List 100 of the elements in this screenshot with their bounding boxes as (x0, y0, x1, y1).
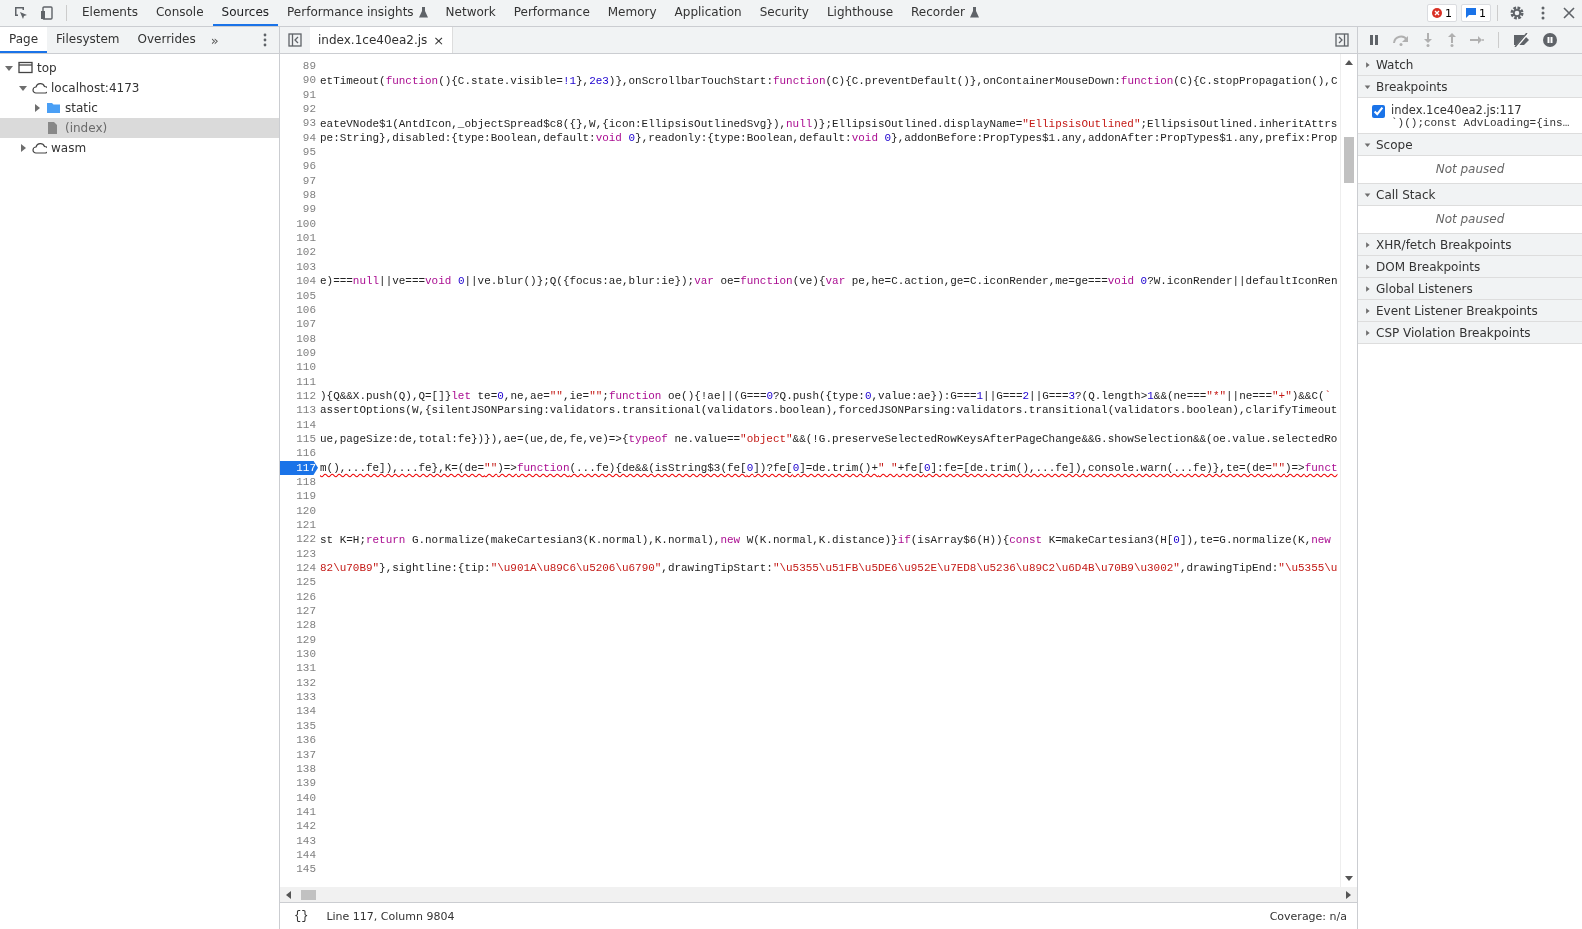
line-number: 137 (295, 747, 317, 762)
code-line: ue,pageSize:de,total:fe})}),ae=(ue,de,fe,ve)=>{typeof ne.value=="object"&&(!G.preserveSelectedRowKeysAfterPageChange&&G.showSelection&&(oe.value.selectedRo (319, 433, 1338, 446)
line-number: 108 (295, 331, 317, 346)
section-header[interactable]: Watch (1358, 54, 1582, 76)
settings-icon[interactable] (1509, 5, 1525, 21)
line-number: 138 (295, 761, 317, 777)
tree-item[interactable]: localhost:4173 (0, 78, 279, 98)
device-icon[interactable] (39, 5, 55, 21)
panel-tab[interactable]: Elements (73, 0, 147, 26)
inspect-icon[interactable] (13, 5, 29, 21)
line-number: 130 (295, 647, 317, 662)
line-number: 121 (295, 518, 317, 533)
navigator-tab[interactable]: Page (0, 27, 48, 53)
navigator-tab[interactable]: Filesystem (47, 27, 129, 53)
pause-on-exceptions-icon[interactable] (1543, 33, 1557, 47)
panel-tab[interactable]: Lighthouse (817, 0, 903, 26)
line-number: 139 (295, 776, 317, 791)
toggle-debugger-icon[interactable] (1335, 33, 1349, 47)
line-number: 111 (295, 374, 317, 389)
panel-tab[interactable]: Application (665, 0, 751, 26)
line-number: 100 (295, 216, 317, 232)
line-number: 95 (301, 145, 317, 160)
more-options-icon[interactable] (263, 33, 267, 47)
section-header[interactable]: Event Listener Breakpoints (1358, 300, 1582, 322)
line-number: 123 (295, 546, 317, 562)
tree-item[interactable]: static (0, 98, 279, 118)
code-line: etTimeout(function(){C.state.visible=!1},2e3)},onScrollbarTouchStart:function(C){C.preventDefault()},onContainerMouseDown:function(C){C.stopPropagation(),C (319, 74, 1338, 87)
close-tab-button[interactable]: × (433, 32, 445, 48)
section-header[interactable]: Scope (1358, 134, 1582, 156)
line-number: 143 (295, 833, 317, 848)
line-number: 105 (295, 288, 317, 303)
tree-item[interactable]: (index) (0, 118, 279, 138)
horizontal-scrollbar[interactable] (280, 887, 1357, 902)
breakpoint-location[interactable]: index.1ce40ea2.js:117 (1391, 103, 1570, 117)
cursor-position: Line 117, Column 9804 (326, 909, 455, 923)
line-number: 102 (295, 245, 317, 260)
line-number: 114 (295, 417, 317, 432)
line-number: 133 (295, 690, 317, 705)
error-count-badge[interactable]: 1 (1427, 4, 1457, 22)
section-header[interactable]: DOM Breakpoints (1358, 256, 1582, 278)
section-header[interactable]: Call Stack (1358, 184, 1582, 206)
line-number: 112 (295, 388, 317, 404)
panel-tab[interactable]: Recorder (902, 0, 988, 26)
coverage-label: Coverage: n/a (1269, 909, 1347, 923)
deactivate-breakpoints-icon[interactable] (1513, 33, 1531, 47)
section-header[interactable]: Breakpoints (1358, 76, 1582, 98)
breakpoint-marker[interactable]: 117 (280, 460, 318, 475)
tree-item[interactable]: wasm (0, 138, 279, 158)
breakpoint-checkbox[interactable] (1372, 105, 1385, 118)
code-line: 82\u70B9"},sightline:{tip:"\u901A\u89C6\u5206\u6790",drawingTipStart:"\u5355\u51FB\u5DE6\u952E\u7ED8\u5236\u89C2\u6D4B\u70B9\u3002",drawingTipEnd:"\u5355\u (319, 562, 1338, 575)
toggle-navigator-icon[interactable] (288, 33, 302, 47)
line-number: 93 (301, 116, 317, 131)
scrollbar-thumb[interactable] (1344, 137, 1354, 183)
frame-icon (18, 61, 33, 75)
section-header[interactable]: XHR/fetch Breakpoints (1358, 234, 1582, 256)
code-line: ){Q&&X.push(Q),Q=[]}let te=0,ne,ae="",ie="";function oe(){!ae||(G===0?Q.push({type:0,value:ae}):G===1||G===2||G===3?(Q.length>1&&(ne==="*"||ne==="+")&&C(` (319, 390, 1332, 403)
line-number: 124 (295, 561, 317, 576)
code-line: m(),...fe]),...fe},K=(de="")=>function(...fe){de&&(isString$3(fe[0])?fe[0]=de.trim()+" "+fe[0]:fe=[de.trim(),...fe]),console.warn(...fe)},te=(de="")=>funct (319, 461, 1338, 474)
section-header[interactable]: CSP Violation Breakpoints (1358, 322, 1582, 344)
line-number: 131 (295, 661, 317, 676)
line-number: 89 (301, 59, 317, 74)
scrollbar-thumb[interactable] (301, 889, 316, 900)
panel-tab[interactable]: Performance insights (278, 0, 437, 26)
scroll-up-icon (1345, 60, 1353, 65)
scroll-down-icon (1345, 876, 1353, 881)
file-tab[interactable]: index.1ce40ea2.js × (310, 27, 454, 53)
line-number: 141 (295, 804, 317, 820)
panel-tab[interactable]: Performance (504, 0, 599, 26)
scroll-left-icon (286, 890, 291, 899)
vertical-scrollbar[interactable] (1340, 54, 1357, 887)
error-icon (1432, 8, 1442, 18)
line-number: 120 (295, 503, 317, 518)
line-number: 91 (301, 87, 317, 103)
folder-icon (46, 101, 61, 115)
panel-tab[interactable]: Memory (598, 0, 666, 26)
line-number: 119 (295, 489, 317, 504)
code-line: e)===null||ve===void 0||ve.blur()};Q({focus:ae,blur:ie});var oe=function(ve){var pe,he=C.action,ge=C.iconRender,me=ge===void 0?W.iconRender||defaultIconRen (319, 275, 1338, 288)
line-number: 136 (295, 733, 317, 748)
breakpoint-code: `)();const AdvLoading={ins… (1391, 117, 1570, 129)
line-number: 125 (295, 575, 317, 590)
line-number: 97 (301, 173, 317, 189)
code-line: assertOptions(W,{silentJSONParsing:validators.transitional(validators.boolean),forcedJSONParsing:validators.transitional(validators.boolean),clarifyTimeout (319, 404, 1338, 417)
line-number: 106 (295, 302, 317, 318)
cloud-icon (32, 81, 47, 95)
collapsed-arrow-icon (32, 103, 42, 113)
section-header[interactable]: Global Listeners (1358, 278, 1582, 300)
collapsed-arrow-icon (18, 143, 28, 153)
close-icon[interactable] (1561, 5, 1577, 21)
pretty-print-button[interactable]: {} (290, 909, 313, 923)
navigator-tab[interactable]: Overrides (128, 27, 205, 53)
panel-tab[interactable]: Security (750, 0, 818, 26)
message-count-badge[interactable]: 1 (1461, 4, 1491, 22)
more-tabs-button[interactable]: » (204, 32, 225, 48)
line-number: 140 (295, 790, 317, 805)
tree-item[interactable]: top (0, 58, 279, 78)
line-number: 109 (295, 345, 317, 361)
panel-tab[interactable]: Network (436, 0, 505, 26)
panel-tab[interactable]: Console (146, 0, 213, 26)
pause-icon[interactable] (1368, 34, 1380, 46)
line-number: 96 (301, 159, 317, 174)
